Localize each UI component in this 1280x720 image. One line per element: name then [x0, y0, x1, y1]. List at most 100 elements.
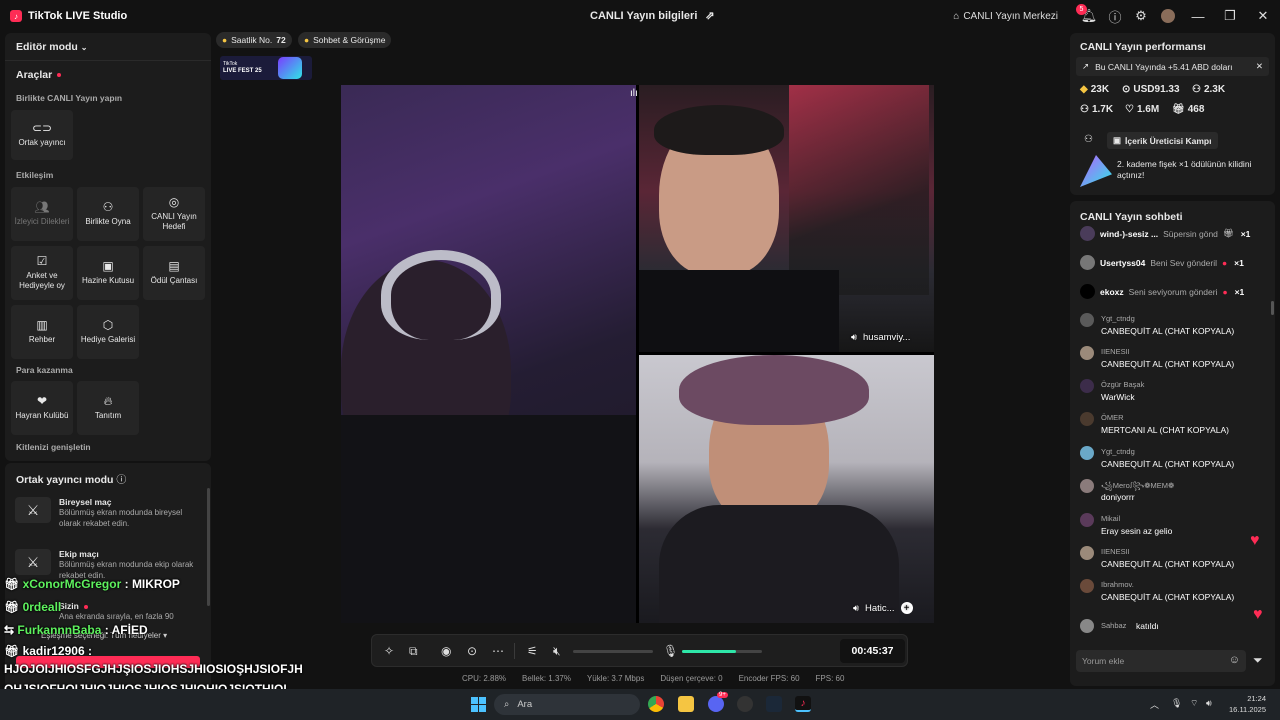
- tray-volume-icon[interactable]: 🔊︎: [1206, 698, 1212, 709]
- gift-row[interactable]: Usertyss04 Beni Sev gönderil ● ×1: [1080, 255, 1244, 270]
- tile-promote[interactable]: 🔥︎ Tanıtım: [77, 381, 139, 435]
- creator-camp-button[interactable]: ▣ İçerik Üreticisi Kampı: [1107, 132, 1218, 149]
- avatar[interactable]: [1154, 0, 1182, 32]
- performance-title: CANLI Yayın performansı: [1080, 41, 1206, 53]
- scrollbar[interactable]: [207, 488, 210, 606]
- link-icon: ⊂⊃: [31, 121, 53, 135]
- person-add-icon[interactable]: ⚇: [1084, 134, 1093, 145]
- followers-icon: ⚇: [1192, 84, 1201, 95]
- fest-character-icon: [277, 57, 302, 79]
- magic-wand-icon[interactable]: ✧: [384, 644, 394, 658]
- minimize-button[interactable]: —: [1182, 0, 1214, 32]
- taskbar-search[interactable]: ⌕ Ara: [494, 694, 640, 715]
- speaker-icon: 🔊︎: [853, 602, 859, 614]
- chrome-icon[interactable]: [648, 696, 664, 712]
- microphone-icon[interactable]: 🎙︎: [663, 644, 678, 658]
- category-tag[interactable]: ● Sohbet & Görüşme: [298, 32, 392, 48]
- tile-live-goal[interactable]: ◎ CANLI Yayın Hedefi: [143, 187, 205, 241]
- viewers-icon: ⚇: [1080, 104, 1089, 115]
- tile-poll[interactable]: ☑ Anket ve Hediyeyle oy: [11, 246, 73, 300]
- treasure-box-icon: ▣: [102, 259, 114, 273]
- people-icon: 👥︎: [34, 200, 50, 214]
- steam-icon[interactable]: [766, 696, 782, 712]
- chat-message[interactable]: ꧁Meroꭍ꧂❁MEM❁ doniyorrr: [1080, 479, 1270, 503]
- capture-icon[interactable]: ⊙: [467, 644, 477, 658]
- chat-message[interactable]: Ygt_ctndg CANBEQUİT AL (CHAT KOPYALA): [1080, 446, 1270, 470]
- tray-network-icon[interactable]: ⌔: [1190, 698, 1198, 709]
- editor-mode-dropdown[interactable]: Editör modu ⌄: [16, 41, 87, 53]
- stat-dropped: Düşen çerçeve: 0: [660, 674, 723, 683]
- diamond-icon: ◆: [1080, 84, 1088, 95]
- help-icon[interactable]: ⓘ: [1102, 0, 1128, 32]
- gift-row[interactable]: wind-)-sesiz ... Süpersin gönd 🎁︎ ×1: [1080, 226, 1250, 241]
- settings-gear-icon[interactable]: ⚙: [1128, 0, 1154, 32]
- rank-icon: ●: [222, 35, 228, 45]
- add-source-icon[interactable]: ⧉: [409, 644, 418, 659]
- chat-message[interactable]: Ygt_ctndg CANBEQUİT AL (CHAT KOPYALA): [1080, 313, 1270, 337]
- gift-icon: 🎁︎: [1172, 104, 1185, 115]
- tile-play-together[interactable]: ⚇ Birlikte Oyna: [77, 187, 139, 241]
- chat-message[interactable]: IIENESII CANBEQUİT AL (CHAT KOPYALA): [1080, 346, 1270, 370]
- live-fest-badge[interactable]: TikTok LIVE FEST 25: [220, 56, 312, 80]
- performance-panel: CANLI Yayın performansı ↗ Bu CANLI Yayınd…: [1070, 33, 1275, 195]
- tile-treasure[interactable]: ▣ Hazine Kutusu: [77, 246, 139, 300]
- windows-start-icon[interactable]: [470, 696, 486, 712]
- control-bar: ✧ ⧉ ◉ ⊙ ⋯ ⚟ 🔇︎ 🎙︎ 00:45:37: [371, 634, 908, 667]
- live-info-title[interactable]: CANLI Yayın bilgileri: [590, 10, 697, 22]
- live-center-link[interactable]: ⌂ CANLI Yayın Merkezi: [953, 0, 1076, 32]
- tile-fan-club[interactable]: ❤ Hayran Kulübü: [11, 381, 73, 435]
- close-button[interactable]: ✕: [1246, 0, 1280, 32]
- filter-icon[interactable]: ⏷: [1253, 653, 1263, 668]
- clock[interactable]: 21:24 16.11.2025: [1229, 693, 1266, 715]
- tile-gift-gallery[interactable]: ⬡ Hediye Galerisi: [77, 305, 139, 359]
- maximize-button[interactable]: ❐: [1214, 0, 1246, 32]
- overlay-chat-line: 🎁︎ 0rdeall: [4, 600, 62, 614]
- app-name: TikTok LIVE Studio: [28, 10, 128, 22]
- speaker-muted-icon[interactable]: 🔇︎: [553, 644, 561, 659]
- kpi-viewers: ⚇ 1.7K: [1080, 104, 1114, 115]
- stat-memory: Bellek: 1.37%: [522, 674, 571, 683]
- tile-guide[interactable]: ▥ Rehber: [11, 305, 73, 359]
- stat-cpu: CPU: 2.88%: [462, 674, 507, 683]
- tile-cohost[interactable]: ⊂⊃ Ortak yayıncı: [11, 110, 73, 160]
- emoji-icon: ☺: [1228, 654, 1240, 666]
- discord-icon[interactable]: [708, 696, 724, 712]
- firework-icon: [1080, 155, 1112, 187]
- heart-icon: ♥: [1250, 532, 1260, 549]
- app-icon[interactable]: [737, 696, 753, 712]
- chevron-down-icon: ⌄: [80, 43, 88, 52]
- chat-message[interactable]: Mikail Eray sesin az gelio: [1080, 513, 1270, 537]
- tray-mic-icon[interactable]: 🎙︎: [1171, 698, 1182, 709]
- solo-match-option[interactable]: ⚔ Bireysel maç Bölünmüş ekran modunda bir…: [15, 497, 194, 529]
- chat-message[interactable]: Özgür Başak WarWick: [1080, 379, 1270, 403]
- live-preview[interactable]: 🔊︎ husamviy... 🔊︎ Hatic... +: [341, 85, 934, 623]
- chat-join-message: Sahbaz katıldı: [1080, 619, 1270, 635]
- hourly-rank-tag[interactable]: ● Saatlik No. 72: [216, 32, 292, 48]
- overlay-chat-line: HJOJOIJHIOSFGJHJŞIOSJIOHSJHIOSIOŞHJSIOFJ…: [4, 662, 303, 676]
- comment-input[interactable]: Yorum ekle ☺: [1076, 650, 1246, 672]
- record-icon[interactable]: ◉: [441, 644, 451, 658]
- chat-message[interactable]: Ibrahmov. CANBEQUİT AL (CHAT KOPYALA): [1080, 579, 1270, 603]
- title-bar: ♪ TikTok LIVE Studio CANLI Yayın bilgile…: [0, 0, 1280, 32]
- avatar: [1080, 379, 1094, 393]
- tile-reward-bag[interactable]: ▤ Ödül Çantası: [143, 246, 205, 300]
- stats-bar: CPU: 2.88% Bellek: 1.37% Yükle: 3.7 Mbps…: [462, 674, 844, 683]
- chat-message[interactable]: IIENESII CANBEQUİT AL (CHAT KOPYALA): [1080, 546, 1270, 570]
- volume-slider[interactable]: [573, 650, 653, 653]
- chat-message[interactable]: ÖMER MERTCANI AL (CHAT KOPYALA): [1080, 412, 1270, 436]
- chat-scrollbar[interactable]: [1271, 301, 1274, 315]
- gift-row[interactable]: ekoxz Seni seviyorum gönderi ● ×1: [1080, 284, 1244, 299]
- heart-icon: ❤: [36, 394, 48, 408]
- mixer-icon[interactable]: ⚟: [527, 644, 538, 658]
- folder-icon[interactable]: [678, 696, 694, 712]
- trend-up-icon: ↗: [1082, 61, 1090, 71]
- close-icon[interactable]: ✕: [1256, 61, 1263, 72]
- more-icon[interactable]: ⋯: [492, 644, 504, 658]
- tile-viewer-requests[interactable]: 👥︎ İzleyici Dilekleri: [11, 187, 73, 241]
- coin-icon: ⊙: [1122, 84, 1131, 95]
- audio-level-icon: ılı: [630, 88, 638, 99]
- share-icon[interactable]: ⇗: [705, 9, 714, 22]
- tray-chevron-icon[interactable]: ︿: [1150, 698, 1159, 711]
- tiktok-taskbar-icon[interactable]: ♪: [795, 696, 811, 712]
- mic-level-fill: [682, 650, 736, 653]
